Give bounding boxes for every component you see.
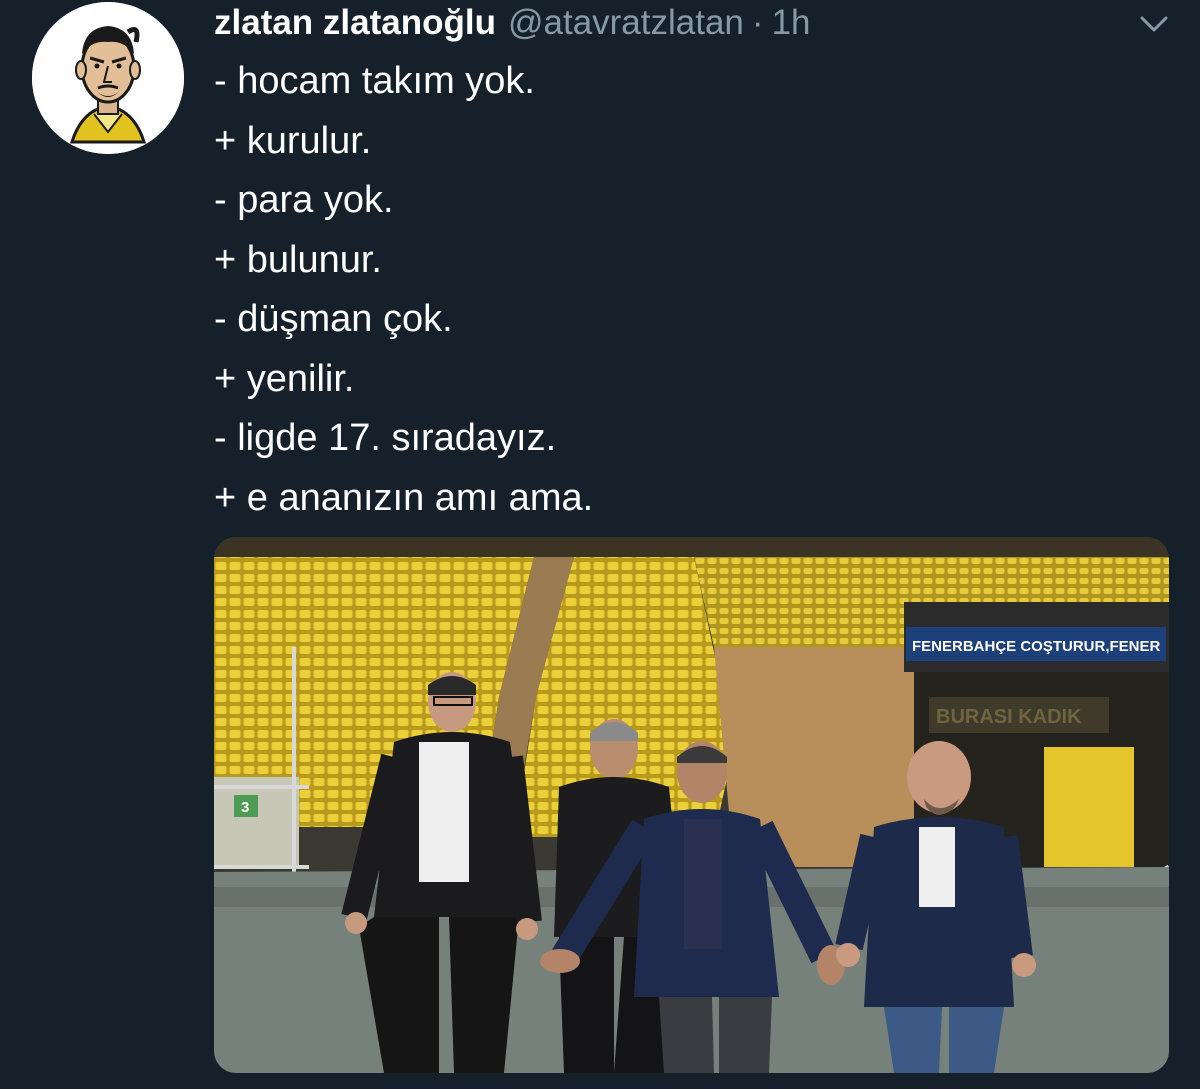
- display-name[interactable]: zlatan zlatanoğlu: [214, 0, 496, 46]
- chevron-down-icon[interactable]: [1138, 12, 1170, 36]
- gate-number: 3: [241, 799, 249, 816]
- avatar[interactable]: [32, 2, 184, 154]
- tweet-text: - hocam takım yok. + kurulur. - para yok…: [214, 52, 593, 528]
- user-handle[interactable]: @atavratzlatan: [508, 0, 744, 46]
- tweet[interactable]: zlatan zlatanoğlu @atavratzlatan · 1h - …: [0, 0, 1200, 1089]
- timestamp[interactable]: 1h: [772, 0, 811, 46]
- tweet-line: + kurulur.: [214, 119, 372, 162]
- tweet-line: - ligde 17. sıradayız.: [214, 417, 557, 459]
- tweet-line: + e ananızın amı ama.: [214, 476, 594, 519]
- tweet-header: zlatan zlatanoğlu @atavratzlatan · 1h: [214, 0, 811, 46]
- stadium-photo: FENERBAHÇE COŞTURUR,FENER BURASI KADIK 3: [214, 537, 1169, 1073]
- tweet-line: - para yok.: [214, 179, 394, 221]
- tweet-line: - düşman çok.: [214, 298, 453, 340]
- tweet-line: + bulunur.: [214, 238, 382, 281]
- tweet-line: - hocam takım yok.: [214, 60, 535, 102]
- separator-dot: ·: [751, 3, 764, 42]
- avatar-illustration-icon: [32, 2, 184, 154]
- tunnel-text: BURASI KADIK: [936, 706, 1082, 728]
- tweet-line: + yenilir.: [214, 357, 355, 400]
- banner-text: FENERBAHÇE COŞTURUR,FENER: [912, 638, 1161, 655]
- tweet-photo[interactable]: FENERBAHÇE COŞTURUR,FENER BURASI KADIK 3: [214, 537, 1169, 1073]
